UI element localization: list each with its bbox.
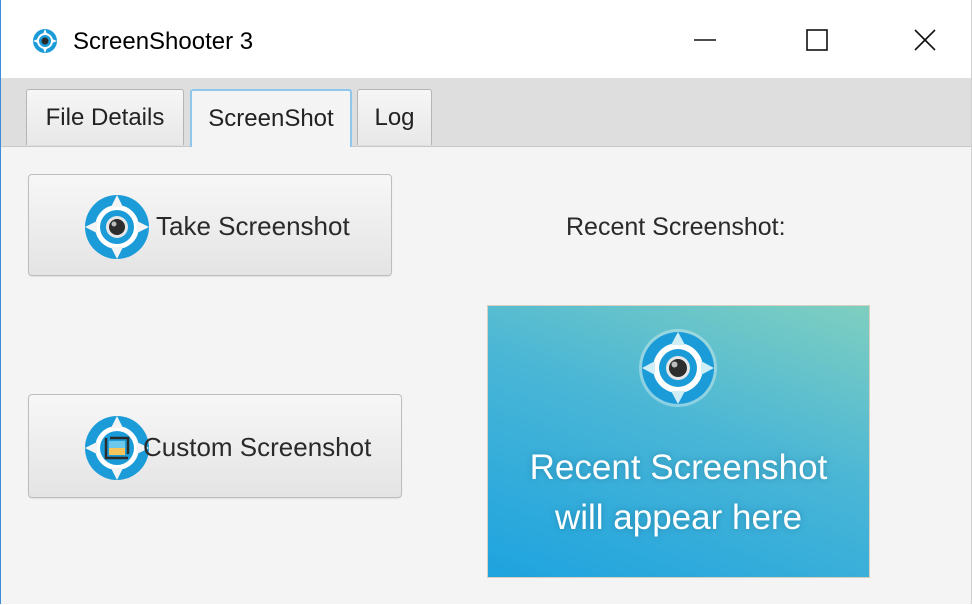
take-screenshot-button[interactable]: Take Screenshot (28, 174, 392, 276)
minimize-button[interactable] (678, 15, 732, 65)
tab-file-details[interactable]: File Details (26, 89, 184, 145)
close-icon (914, 29, 936, 51)
crop-shutter-icon (85, 416, 149, 480)
window-title: ScreenShooter 3 (73, 28, 254, 55)
recent-screenshot-preview[interactable]: Recent Screenshot will appear here (487, 305, 870, 578)
tab-screenshot[interactable]: ScreenShot (190, 89, 352, 147)
close-button[interactable] (898, 15, 952, 65)
preview-placeholder-line2: will appear here (554, 498, 803, 537)
camera-shutter-icon (85, 195, 149, 259)
app-logo-icon (33, 29, 57, 53)
tab-log[interactable]: Log (357, 89, 432, 145)
custom-screenshot-button[interactable]: Custom Screenshot (28, 394, 402, 498)
maximize-button[interactable] (790, 15, 844, 65)
tab-strip: File Details ScreenShot Log (1, 78, 971, 147)
preview-placeholder-line1: Recent Screenshot (529, 448, 828, 487)
title-bar[interactable]: ScreenShooter 3 (1, 0, 971, 78)
minimize-icon (694, 39, 716, 41)
recent-screenshot-label: Recent Screenshot: (566, 213, 786, 241)
maximize-icon (806, 29, 828, 51)
custom-screenshot-label: Custom Screenshot (143, 432, 372, 462)
take-screenshot-label: Take Screenshot (156, 211, 350, 241)
app-window: ScreenShooter 3 File Details ScreenShot … (0, 0, 972, 604)
camera-shutter-icon (639, 329, 717, 407)
